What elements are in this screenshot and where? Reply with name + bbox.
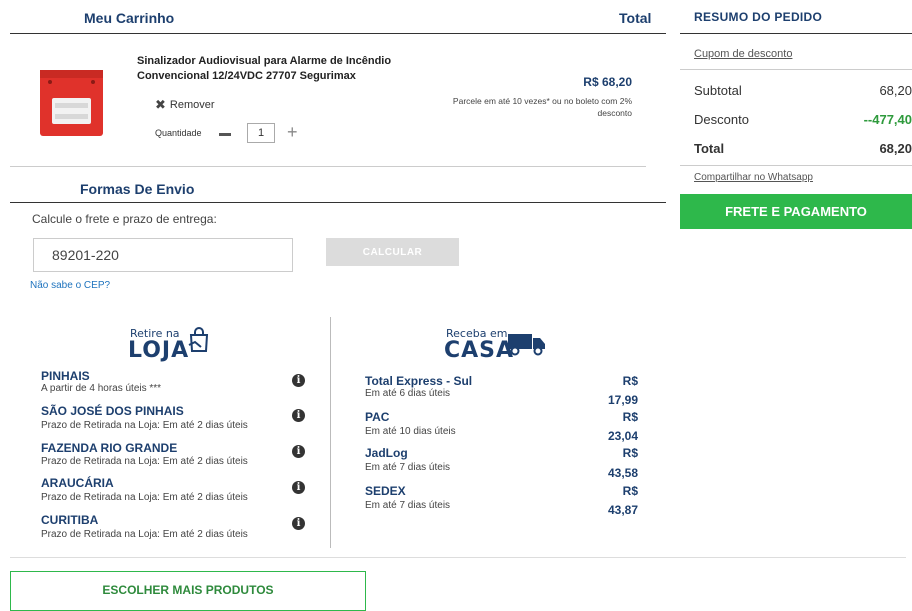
carrier-currency: R$ [622, 446, 638, 460]
share-whatsapp-link[interactable]: Compartilhar no Whatsapp [694, 172, 813, 183]
bottom-divider [10, 557, 906, 558]
quantity-label: Quantidade [155, 128, 202, 138]
carrier-desc: Em até 7 dias úteis [365, 462, 451, 473]
carrier-currency: R$ [622, 374, 638, 388]
carrier-name[interactable]: JadLog [365, 446, 408, 460]
truck-icon [508, 332, 546, 361]
calculate-button[interactable]: CALCULAR [326, 238, 459, 266]
close-icon: ✖ [155, 97, 166, 112]
product-image[interactable] [40, 70, 103, 136]
pickup-logo-big: LOJA [128, 338, 190, 363]
carrier-price: 23,04 [607, 429, 638, 443]
info-icon[interactable]: i [292, 517, 305, 530]
carrier-price: 17,99 [607, 393, 638, 407]
delivery-logo-big: CASA [444, 338, 515, 363]
carrier-price: 43,58 [607, 466, 638, 480]
cart-header-divider [10, 33, 666, 34]
quantity-decrease-button[interactable] [219, 133, 231, 136]
installments-info: Parcele em até 10 vezes* ou no boleto co… [452, 96, 632, 118]
shipping-payment-button[interactable]: FRETE E PAGAMENTO [680, 194, 912, 229]
carrier-currency: R$ [622, 484, 638, 498]
quantity-input[interactable] [247, 123, 275, 143]
info-icon[interactable]: i [292, 374, 305, 387]
info-icon[interactable]: i [292, 409, 305, 422]
carrier-name[interactable]: SEDEX [365, 484, 406, 498]
info-icon[interactable]: i [292, 445, 305, 458]
carrier-name[interactable]: PAC [365, 410, 389, 424]
store-desc: Prazo de Retirada na Loja: Em até 2 dias… [41, 420, 248, 431]
cep-input[interactable] [33, 238, 293, 272]
shipping-divider [10, 202, 666, 203]
summary-bottom-divider [680, 165, 912, 166]
carrier-name[interactable]: Total Express - Sul [365, 374, 472, 388]
quantity-increase-button[interactable]: + [287, 122, 298, 142]
remove-button[interactable]: ✖ Remover [155, 97, 215, 113]
discount-label: Desconto [694, 112, 749, 127]
store-name: FAZENDA RIO GRANDE [41, 441, 178, 455]
shipping-columns-divider [330, 317, 331, 548]
subtotal-label: Subtotal [694, 83, 742, 98]
coupon-link[interactable]: Cupom de desconto [694, 48, 792, 60]
summary-title: RESUMO DO PEDIDO [694, 10, 823, 24]
shipping-calc-label: Calcule o frete e prazo de entrega: [32, 212, 217, 226]
carrier-desc: Em até 7 dias úteis [365, 500, 451, 511]
choose-more-products-button[interactable]: ESCOLHER MAIS PRODUTOS [10, 571, 366, 611]
summary-header-divider [680, 33, 912, 34]
no-cep-link[interactable]: Não sabe o CEP? [30, 280, 110, 291]
carrier-price: 43,87 [607, 503, 638, 517]
subtotal-value: 68,20 [879, 83, 912, 98]
carrier-desc: Em até 6 dias úteis [365, 388, 451, 399]
cart-title: Meu Carrinho [84, 10, 175, 26]
shopping-bag-icon [188, 327, 210, 358]
store-name: CURITIBA [41, 513, 99, 527]
store-desc: A partir de 4 horas úteis *** [41, 383, 162, 394]
carrier-currency: R$ [622, 410, 638, 424]
pickup-logo: Retire na LOJA [128, 327, 189, 362]
cart-total-header: Total [619, 10, 652, 26]
store-desc: Prazo de Retirada na Loja: Em até 2 dias… [41, 529, 248, 540]
store-name: PINHAIS [41, 369, 90, 383]
product-price: R$ 68,20 [583, 75, 632, 89]
store-name: SÃO JOSÉ DOS PINHAIS [41, 404, 184, 418]
summary-divider [680, 69, 912, 70]
discount-value: --477,40 [863, 112, 912, 127]
info-icon[interactable]: i [292, 481, 305, 494]
total-label: Total [694, 141, 725, 156]
total-value: 68,20 [879, 141, 912, 156]
store-desc: Prazo de Retirada na Loja: Em até 2 dias… [41, 492, 248, 503]
delivery-logo: Receba em CASA [444, 327, 514, 362]
carrier-desc: Em até 10 dias úteis [365, 426, 456, 437]
product-name[interactable]: Sinalizador Audiovisual para Alarme de I… [137, 54, 427, 84]
shipping-title: Formas De Envio [80, 181, 195, 197]
store-desc: Prazo de Retirada na Loja: Em até 2 dias… [41, 456, 248, 467]
cart-item-divider [10, 166, 646, 167]
store-name: ARAUCÁRIA [41, 476, 114, 490]
remove-label: Remover [169, 99, 215, 111]
